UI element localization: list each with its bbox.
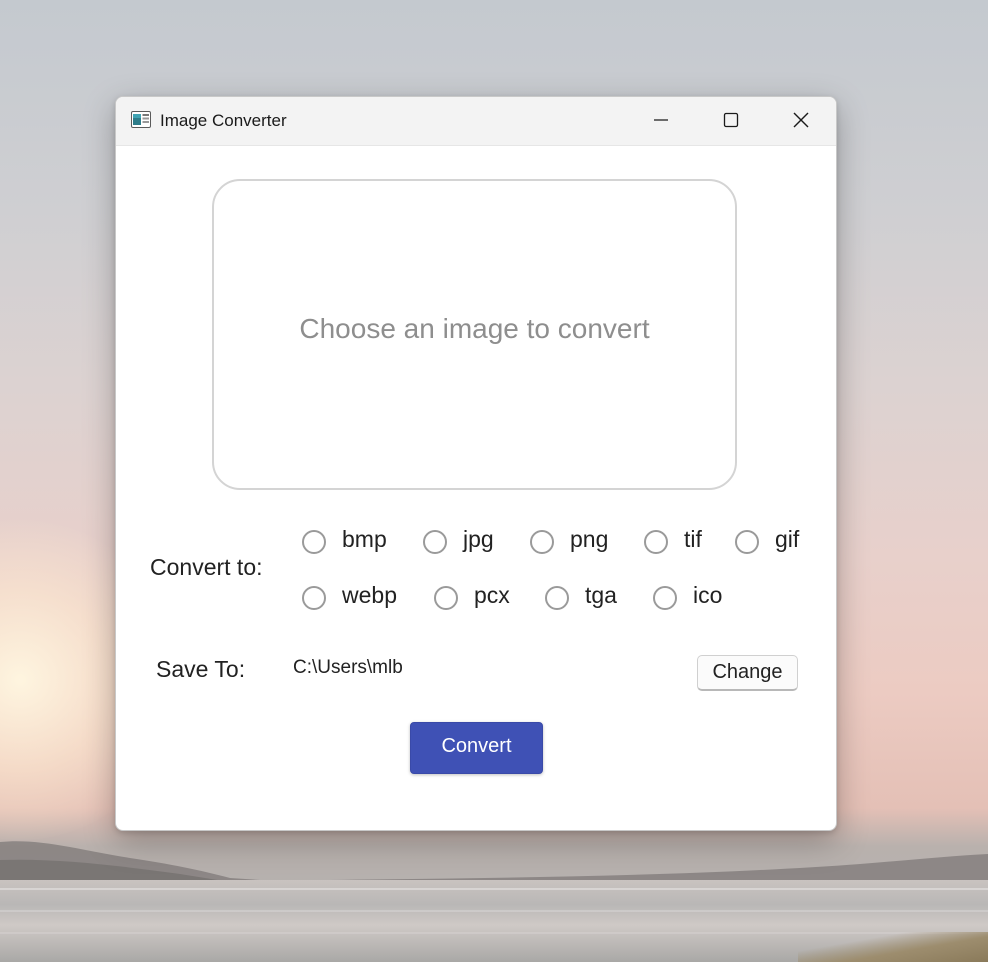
format-label: jpg [463, 525, 494, 552]
format-radio-ico[interactable]: ico [653, 581, 723, 613]
format-radio-tif[interactable]: tif [644, 525, 702, 557]
app-window: Image Converter Choose an image to conve… [115, 96, 837, 831]
save-path: C:\Users\mlb [293, 657, 403, 678]
radio-circle[interactable] [644, 530, 668, 554]
desktop-background: Image Converter Choose an image to conve… [0, 0, 988, 962]
radio-circle[interactable] [434, 586, 458, 610]
radio-circle[interactable] [423, 530, 447, 554]
radio-circle[interactable] [653, 586, 677, 610]
maximize-button[interactable] [696, 97, 766, 143]
format-label: bmp [342, 525, 387, 552]
radio-circle[interactable] [545, 586, 569, 610]
radio-circle[interactable] [530, 530, 554, 554]
convert-to-label: Convert to: [150, 554, 263, 580]
radio-circle[interactable] [302, 530, 326, 554]
radio-circle[interactable] [735, 530, 759, 554]
format-radio-webp[interactable]: webp [302, 581, 397, 613]
water-reflection [0, 910, 988, 912]
app-icon [131, 111, 151, 128]
maximize-icon [723, 112, 739, 128]
format-label: pcx [474, 581, 510, 608]
close-button[interactable] [766, 97, 836, 143]
lake [0, 880, 988, 962]
water-reflection [0, 888, 988, 890]
title-bar[interactable]: Image Converter [116, 97, 836, 146]
minimize-button[interactable] [626, 97, 696, 143]
format-label: tga [585, 581, 617, 608]
grass [798, 932, 988, 962]
format-radio-pcx[interactable]: pcx [434, 581, 510, 613]
minimize-icon [654, 119, 668, 121]
format-label: ico [693, 581, 723, 608]
format-radio-jpg[interactable]: jpg [423, 525, 494, 557]
format-radio-tga[interactable]: tga [545, 581, 617, 613]
format-label: png [570, 525, 609, 552]
radio-circle[interactable] [302, 586, 326, 610]
convert-button[interactable]: Convert [410, 722, 543, 774]
format-label: tif [684, 525, 702, 552]
save-to-label: Save To: [156, 656, 246, 682]
drop-zone-placeholder: Choose an image to convert [299, 312, 650, 344]
close-icon [793, 112, 809, 128]
format-radio-bmp[interactable]: bmp [302, 525, 387, 557]
format-label: gif [775, 525, 800, 552]
format-label: webp [342, 581, 397, 608]
format-radio-gif[interactable]: gif [735, 525, 800, 557]
change-path-button[interactable]: Change [697, 655, 798, 691]
window-title: Image Converter [160, 111, 287, 130]
format-radio-png[interactable]: png [530, 525, 609, 557]
image-drop-zone[interactable]: Choose an image to convert [212, 179, 737, 490]
